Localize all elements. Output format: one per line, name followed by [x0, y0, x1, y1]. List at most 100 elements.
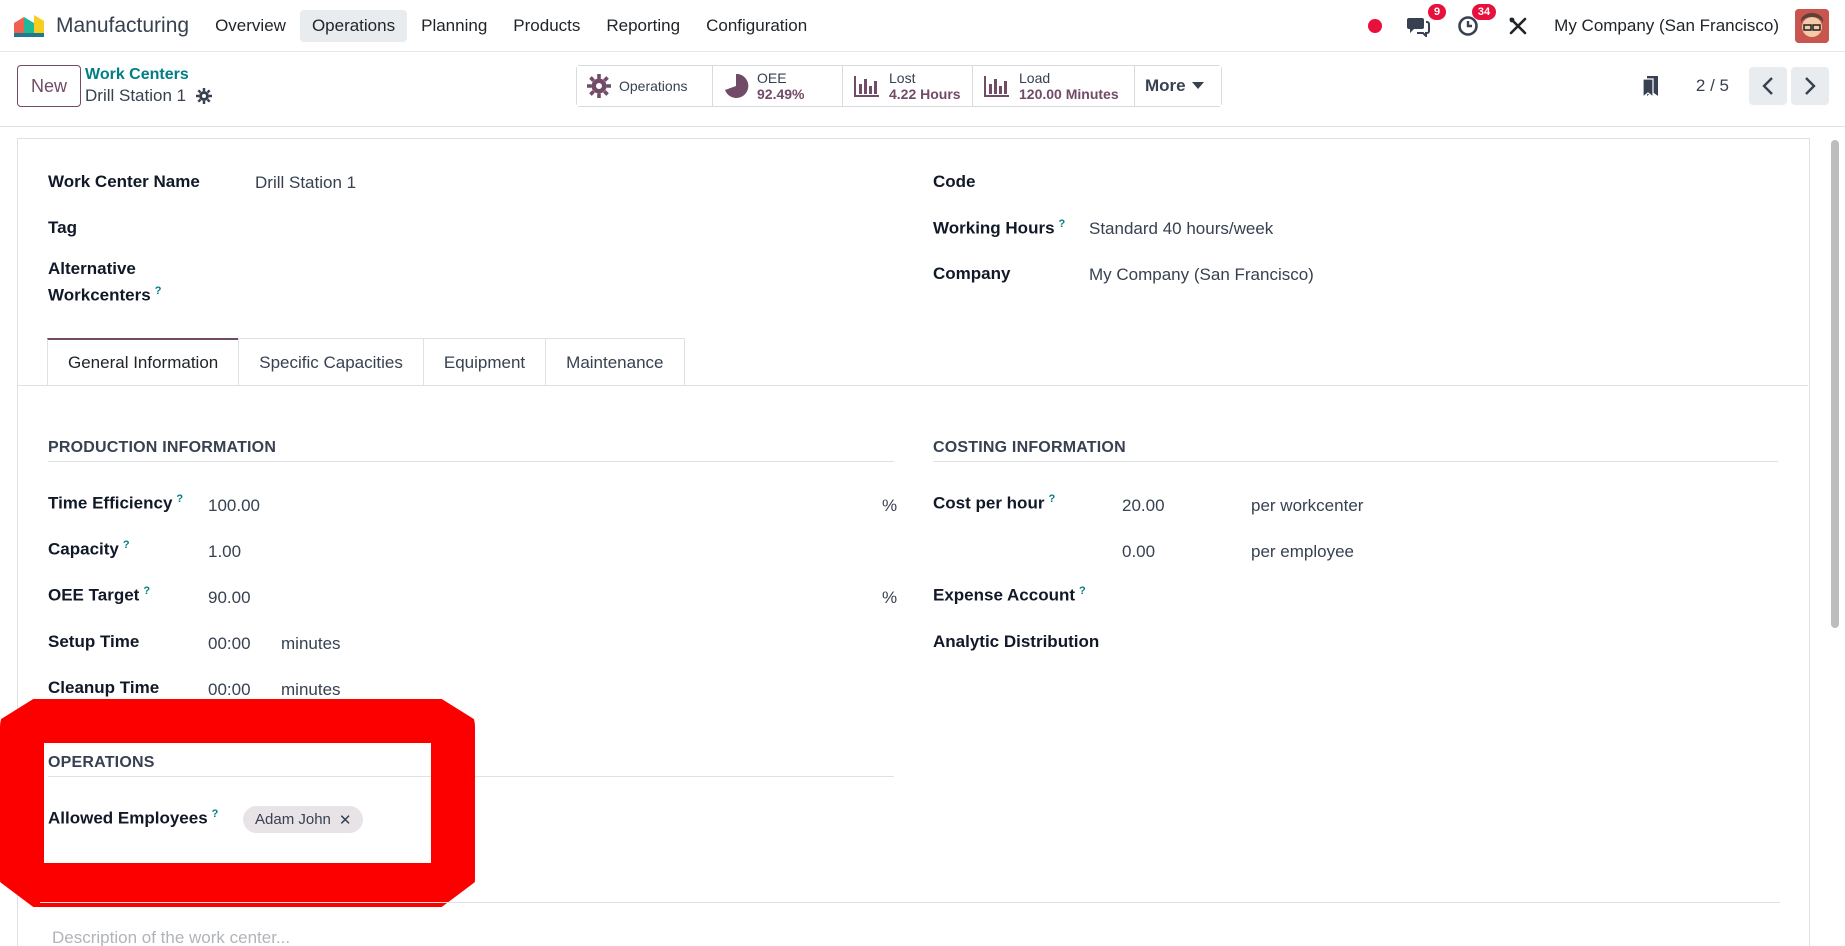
- oee-target-unit: %: [882, 588, 898, 607]
- menu-operations[interactable]: Operations: [299, 9, 408, 42]
- tab-maintenance[interactable]: Maintenance: [545, 338, 685, 386]
- cleanup-time-field[interactable]: 00:00: [208, 680, 251, 700]
- menu-configuration[interactable]: Configuration: [694, 10, 819, 42]
- oee-smart-button[interactable]: OEE 92.49%: [713, 66, 843, 106]
- cleanup-time-label: Cleanup Time: [48, 678, 160, 697]
- oee-label: OEE: [757, 70, 787, 86]
- help-icon[interactable]: ?: [143, 585, 150, 597]
- tab-general-information[interactable]: General Information: [47, 338, 240, 386]
- help-icon[interactable]: ?: [1079, 585, 1086, 597]
- work-center-name-field[interactable]: Drill Station 1: [255, 173, 356, 193]
- tag-field[interactable]: [255, 212, 855, 240]
- expense-account-label: Expense Account?: [933, 585, 1086, 606]
- breadcrumb: Work Centers Drill Station 1: [85, 66, 213, 106]
- description-divider: [40, 902, 1780, 903]
- time-efficiency-field[interactable]: 100.00: [208, 496, 260, 516]
- navbar-systray: 9 34 My Company (San Francisco): [1368, 0, 1829, 52]
- new-button[interactable]: New: [17, 65, 81, 107]
- menu-planning[interactable]: Planning: [409, 10, 499, 42]
- pager-next-button[interactable]: [1791, 67, 1829, 105]
- company-label: Company: [933, 264, 1011, 283]
- messages-count-badge: 9: [1428, 4, 1447, 20]
- breadcrumb-work-centers-link[interactable]: Work Centers: [85, 66, 212, 84]
- main-menu: Overview Operations Planning Products Re…: [203, 9, 821, 42]
- breadcrumb-current: Drill Station 1: [85, 86, 213, 106]
- tab-equipment[interactable]: Equipment: [422, 338, 547, 386]
- cleanup-time-unit: minutes: [281, 680, 341, 699]
- alternative-workcenters-label: Workcenters?: [48, 285, 161, 306]
- activities-button[interactable]: 34: [1454, 4, 1497, 40]
- costing-information-title: COSTING INFORMATION: [933, 439, 1126, 456]
- smart-buttons: Operations OEE 92.49% Lost 4.22 Hours Lo…: [576, 65, 1222, 107]
- setup-time-label: Setup Time: [48, 632, 140, 651]
- messages-button[interactable]: 9: [1404, 4, 1447, 40]
- help-icon[interactable]: ?: [1059, 218, 1066, 230]
- load-value: 120.00 Minutes: [1019, 86, 1119, 102]
- chat-bubbles-icon: [1407, 18, 1431, 37]
- section-divider: [48, 461, 894, 462]
- capacity-field[interactable]: 1.00: [208, 542, 241, 562]
- alternative-workcenters-field[interactable]: [255, 260, 855, 288]
- time-efficiency-label: Time Efficiency?: [48, 493, 183, 514]
- wrench-screwdriver-icon: [1509, 17, 1527, 35]
- description-field[interactable]: Description of the work center...: [52, 928, 290, 946]
- alternative-workcenters-label-line1: Alternative: [48, 259, 136, 278]
- capacity-label: Capacity?: [48, 539, 130, 560]
- app-brand[interactable]: Manufacturing: [12, 13, 203, 39]
- chevron-right-icon: [1805, 77, 1816, 95]
- tab-specific-capacities[interactable]: Specific Capacities: [238, 338, 424, 386]
- debug-tools-button[interactable]: [1504, 12, 1532, 40]
- analytic-distribution-label: Analytic Distribution: [933, 632, 1100, 651]
- manufacturing-app-icon: [12, 13, 46, 39]
- operations-smart-button[interactable]: Operations: [577, 66, 713, 106]
- setup-time-field[interactable]: 00:00: [208, 634, 251, 654]
- more-dropdown-button[interactable]: More: [1135, 66, 1221, 106]
- oee-target-label: OEE Target?: [48, 585, 150, 606]
- code-field[interactable]: [1089, 168, 1689, 196]
- cost-per-hour-label: Cost per hour?: [933, 493, 1055, 514]
- tag-label: Tag: [48, 218, 77, 237]
- scrollbar[interactable]: [1831, 138, 1839, 946]
- expense-account-field[interactable]: [1122, 581, 1772, 609]
- control-panel: New Work Centers Drill Station 1 Operati…: [0, 52, 1845, 127]
- highlight-annotation: [0, 699, 475, 907]
- employee-cost-field[interactable]: 0.00: [1122, 542, 1155, 562]
- caret-down-icon: [1191, 82, 1204, 89]
- company-field[interactable]: My Company (San Francisco): [1089, 265, 1314, 285]
- pager-value[interactable]: 2 / 5: [1696, 76, 1729, 96]
- gear-icon: [587, 74, 611, 98]
- menu-overview[interactable]: Overview: [203, 10, 298, 42]
- record-pager: 2 / 5: [1642, 67, 1829, 105]
- scrollbar-thumb[interactable]: [1831, 140, 1839, 628]
- cost-per-hour-field[interactable]: 20.00: [1122, 496, 1165, 516]
- load-label: Load: [1019, 70, 1051, 86]
- bookmark-icon[interactable]: [1642, 75, 1660, 97]
- gear-icon[interactable]: [196, 88, 213, 104]
- notebook-tabs: General Information Specific Capacities …: [47, 338, 685, 386]
- time-efficiency-unit: %: [882, 496, 898, 515]
- load-smart-button[interactable]: Load 120.00 Minutes: [973, 66, 1135, 106]
- working-hours-field[interactable]: Standard 40 hours/week: [1089, 219, 1273, 239]
- bar-chart-icon: [984, 76, 1009, 97]
- help-icon[interactable]: ?: [1048, 493, 1055, 505]
- company-switcher[interactable]: My Company (San Francisco): [1554, 16, 1779, 36]
- chevron-left-icon: [1762, 77, 1773, 95]
- menu-reporting[interactable]: Reporting: [594, 10, 692, 42]
- cost-per-hour-label-text: Cost per hour: [933, 493, 1045, 513]
- oee-target-field[interactable]: 90.00: [208, 588, 251, 608]
- user-avatar[interactable]: [1795, 9, 1829, 43]
- menu-products[interactable]: Products: [501, 10, 592, 42]
- lost-smart-button[interactable]: Lost 4.22 Hours: [843, 66, 973, 106]
- help-icon[interactable]: ?: [176, 493, 183, 505]
- analytic-distribution-field[interactable]: [1122, 628, 1772, 656]
- pager-previous-button[interactable]: [1749, 67, 1787, 105]
- operations-label: Operations: [619, 78, 688, 94]
- code-label: Code: [933, 172, 976, 191]
- oee-value: 92.49%: [757, 86, 805, 102]
- per-employee-label: per employee: [1251, 542, 1355, 561]
- help-icon[interactable]: ?: [123, 539, 130, 551]
- recording-indicator-icon[interactable]: [1368, 19, 1383, 33]
- lost-label: Lost: [889, 70, 916, 86]
- help-icon[interactable]: ?: [155, 285, 162, 297]
- tab-divider: [17, 385, 1808, 386]
